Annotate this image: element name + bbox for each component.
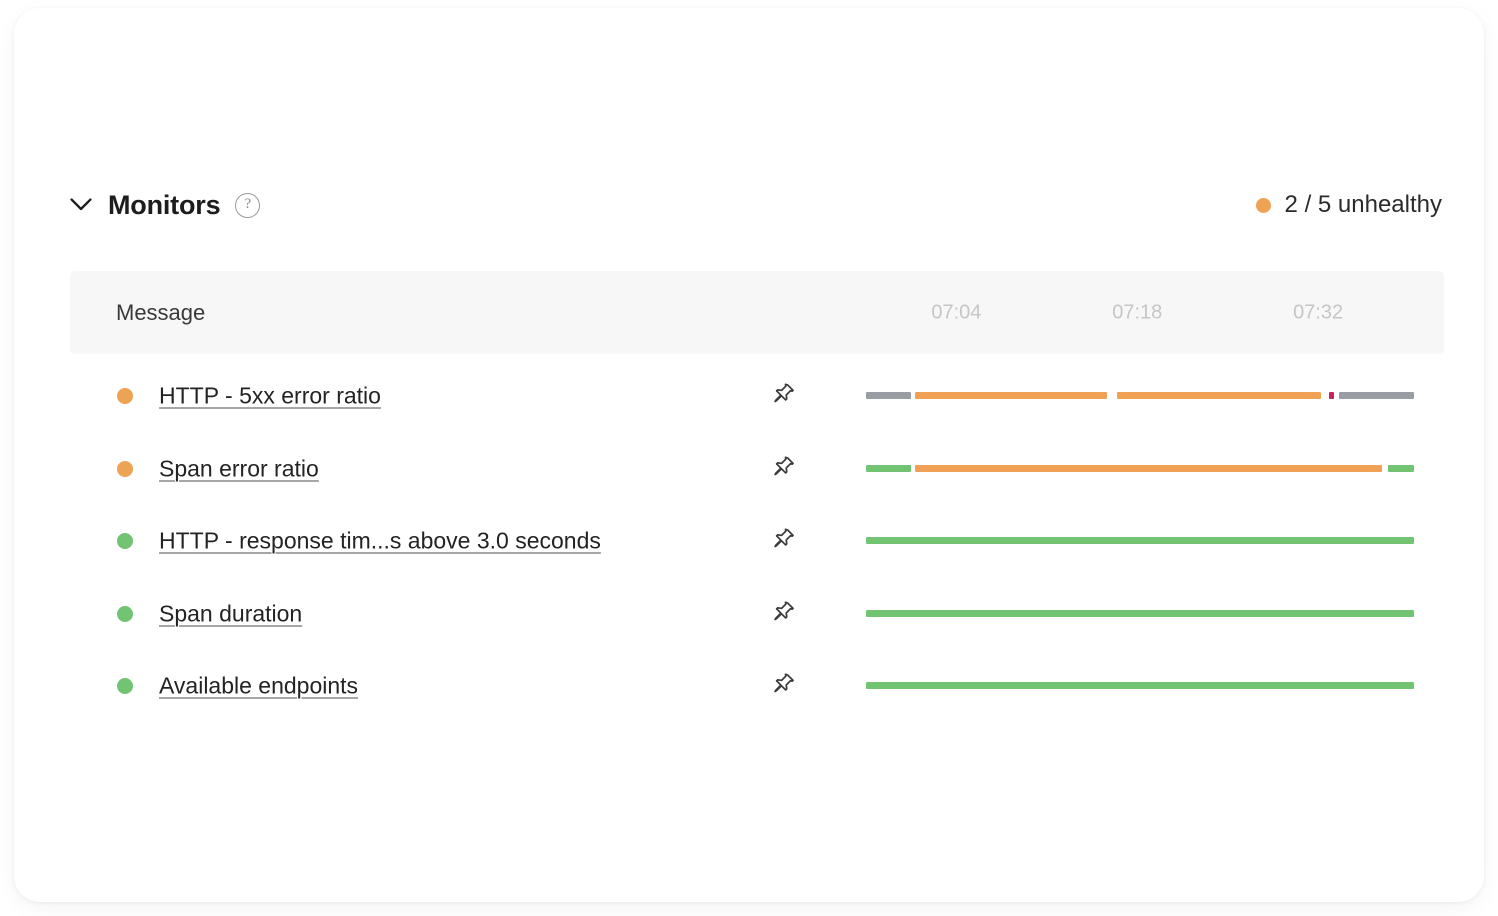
pin-icon[interactable] (765, 524, 799, 558)
monitor-status-dot (117, 460, 133, 477)
table-row[interactable]: Span error ratio (14, 433, 1484, 506)
timeline-segment (915, 464, 1383, 472)
timeline-segment (1329, 392, 1334, 400)
monitor-link[interactable]: Span duration (159, 600, 302, 627)
monitor-status-dot (117, 605, 133, 622)
table-header-row: Message 07:04 07:18 07:32 (70, 271, 1444, 354)
time-tick-0: 07:04 (931, 301, 982, 323)
table-row[interactable]: Available endpoints (14, 650, 1484, 723)
monitor-timeline[interactable] (866, 682, 1414, 690)
monitors-section-header: Monitors ? 2 / 5 unhealthy (14, 174, 1484, 236)
timeline-segment (1116, 392, 1321, 400)
timeline-segment (1339, 392, 1414, 400)
pin-icon[interactable] (765, 452, 799, 486)
monitors-panel: Monitors ? 2 / 5 unhealthy Message 07:04… (0, 0, 1498, 916)
monitor-link[interactable]: Available endpoints (159, 673, 358, 700)
timeline-segment (915, 392, 1108, 400)
monitor-timeline[interactable] (866, 537, 1414, 545)
monitor-status-dot (117, 388, 133, 405)
monitor-link[interactable]: Span error ratio (159, 455, 319, 482)
monitor-link[interactable]: HTTP - response tim...s above 3.0 second… (159, 528, 601, 555)
column-header-message: Message (116, 299, 206, 325)
page-title: Monitors (108, 189, 221, 220)
timeline-segment (1387, 464, 1414, 472)
chevron-down-icon[interactable] (66, 190, 96, 220)
time-tick-1: 07:18 (1112, 301, 1163, 323)
time-tick-2: 07:32 (1293, 301, 1344, 323)
monitor-timeline[interactable] (866, 609, 1414, 618)
pin-icon[interactable] (765, 669, 799, 703)
status-badge-label: 2 / 5 unhealthy (1284, 191, 1442, 218)
monitor-timeline[interactable] (866, 392, 1414, 400)
monitors-card: Monitors ? 2 / 5 unhealthy Message 07:04… (14, 8, 1484, 902)
timeline-segment (866, 464, 911, 472)
timeline-segment (866, 537, 1414, 545)
monitor-timeline[interactable] (866, 464, 1414, 473)
timeline-segment (866, 682, 1414, 690)
table-row[interactable]: HTTP - response tim...s above 3.0 second… (14, 505, 1484, 578)
status-badge: 2 / 5 unhealthy (1255, 191, 1442, 218)
monitor-link[interactable]: HTTP - 5xx error ratio (159, 383, 381, 410)
monitor-status-dot (117, 533, 133, 550)
timeline-segment (866, 392, 911, 400)
timeline-segment (866, 609, 1414, 617)
monitors-table-body: HTTP - 5xx error ratio Span error ratio HT… (14, 360, 1484, 723)
table-row[interactable]: HTTP - 5xx error ratio (14, 360, 1484, 433)
monitor-status-dot (117, 678, 133, 695)
status-dot (1255, 197, 1271, 213)
pin-icon[interactable] (765, 379, 799, 413)
pin-icon[interactable] (765, 597, 799, 631)
table-row[interactable]: Span duration (14, 578, 1484, 651)
help-circle-icon[interactable]: ? (235, 192, 261, 218)
